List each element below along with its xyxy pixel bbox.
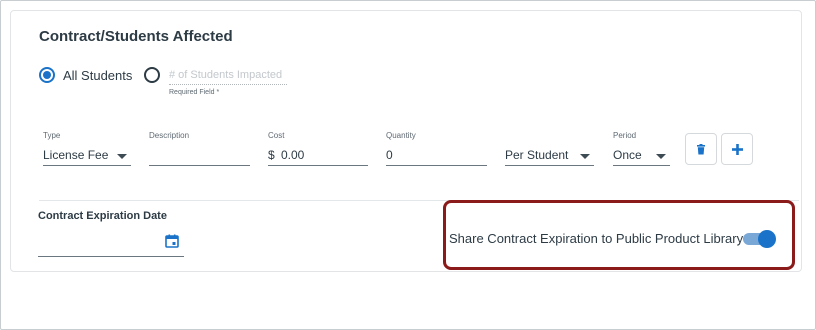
description-label: Description xyxy=(149,131,190,140)
contract-expiration-input[interactable] xyxy=(38,232,184,257)
chevron-down-icon xyxy=(117,154,127,159)
type-select[interactable]: License Fee xyxy=(43,144,131,166)
unit-select[interactable]: Per Student xyxy=(505,144,594,166)
quantity-value: 0 xyxy=(386,148,393,162)
section-title: Contract/Students Affected xyxy=(39,28,233,45)
all-students-label: All Students xyxy=(63,68,133,83)
toggle-knob xyxy=(758,230,776,248)
cost-value: 0.00 xyxy=(281,148,305,162)
students-count-input[interactable] xyxy=(169,65,287,85)
delete-row-button[interactable] xyxy=(685,133,717,165)
type-label: Type xyxy=(43,131,61,140)
unit-value: Per Student xyxy=(505,148,569,162)
type-value: License Fee xyxy=(43,148,109,162)
chevron-down-icon xyxy=(580,154,590,159)
quantity-input[interactable]: 0 xyxy=(386,144,487,166)
calendar-icon[interactable] xyxy=(165,234,179,253)
contract-expiration-label: Contract Expiration Date xyxy=(38,210,167,222)
chevron-down-icon xyxy=(656,154,666,159)
share-expiration-label: Share Contract Expiration to Public Prod… xyxy=(449,231,744,246)
description-input[interactable] xyxy=(149,144,250,166)
cost-label: Cost xyxy=(268,131,285,140)
all-students-radio[interactable] xyxy=(39,67,55,83)
period-value: Once xyxy=(613,148,642,162)
plus-icon xyxy=(731,143,743,155)
cost-input[interactable]: $ 0.00 xyxy=(268,144,368,166)
add-row-button[interactable] xyxy=(721,133,753,165)
period-label: Period xyxy=(613,131,637,140)
cost-currency-prefix: $ xyxy=(268,148,275,162)
students-count-radio[interactable] xyxy=(144,67,160,83)
quantity-label: Quantity xyxy=(386,131,416,140)
required-field-helper: Required Field * xyxy=(169,89,220,96)
trash-icon xyxy=(697,143,705,154)
share-expiration-toggle[interactable] xyxy=(743,230,777,248)
period-select[interactable]: Once xyxy=(613,144,670,166)
